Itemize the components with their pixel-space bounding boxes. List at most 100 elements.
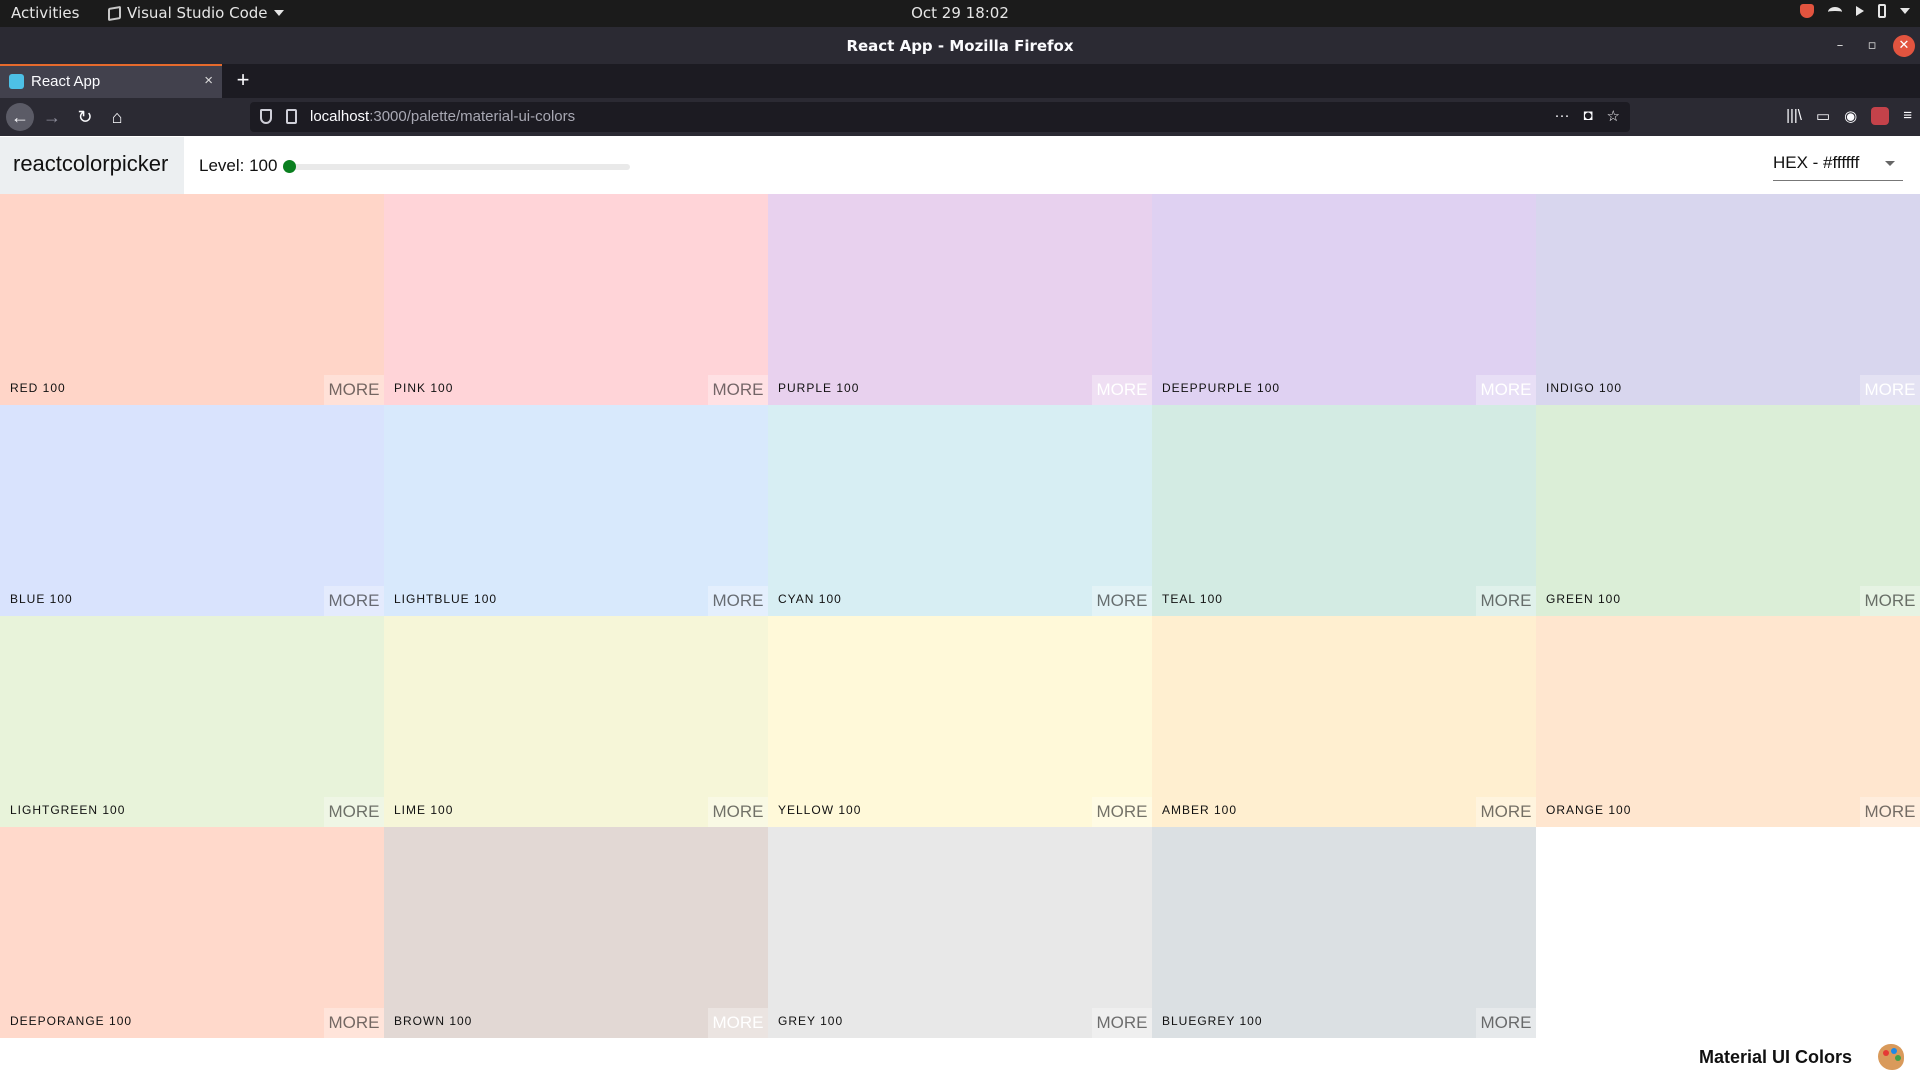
color-name: DEEPPURPLE 100 <box>1162 381 1281 395</box>
color-name: CYAN 100 <box>778 592 842 606</box>
more-button[interactable]: MORE <box>1476 375 1536 405</box>
page-actions-icon[interactable]: ··· <box>1554 107 1569 125</box>
more-button[interactable]: MORE <box>1092 375 1152 405</box>
more-button[interactable]: MORE <box>324 586 384 616</box>
level-slider-track[interactable] <box>289 164 630 170</box>
back-button[interactable]: ← <box>6 103 34 131</box>
level-label: Level: 100 <box>199 156 278 175</box>
color-name: TEAL 100 <box>1162 592 1223 606</box>
sidebar-icon[interactable]: ▭ <box>1816 107 1830 125</box>
page-info-icon[interactable] <box>286 109 297 124</box>
url-text[interactable]: localhost:3000/palette/material-ui-color… <box>310 108 575 125</box>
more-button[interactable]: MORE <box>1476 586 1536 616</box>
color-box[interactable]: BROWN 100 MORE <box>384 827 768 1038</box>
more-button[interactable]: MORE <box>708 797 768 827</box>
system-clock[interactable]: Oct 29 18:02 <box>0 4 1920 22</box>
color-box[interactable]: LIGHTGREEN 100 MORE <box>0 616 384 827</box>
color-name: BLUE 100 <box>10 592 73 606</box>
color-box[interactable]: DEEPPURPLE 100 MORE <box>1152 194 1536 405</box>
color-box[interactable]: GREY 100 MORE <box>768 827 1152 1038</box>
color-name: GREEN 100 <box>1546 592 1622 606</box>
home-button[interactable]: ⌂ <box>103 103 131 131</box>
more-button[interactable]: MORE <box>324 375 384 405</box>
color-box[interactable]: LIGHTBLUE 100 MORE <box>384 405 768 616</box>
more-button[interactable]: MORE <box>1092 1008 1152 1038</box>
more-button[interactable]: MORE <box>1860 797 1920 827</box>
pocket-icon[interactable]: ◘ <box>1583 107 1592 125</box>
color-box[interactable]: ORANGE 100 MORE <box>1536 616 1920 827</box>
color-box[interactable]: TEAL 100 MORE <box>1152 405 1536 616</box>
color-name: YELLOW 100 <box>778 803 862 817</box>
format-select-value: HEX - #ffffff <box>1773 153 1860 172</box>
more-button[interactable]: MORE <box>1092 797 1152 827</box>
color-box[interactable]: RED 100 MORE <box>0 194 384 405</box>
react-favicon-icon <box>9 74 24 89</box>
wifi-icon <box>1828 7 1842 17</box>
color-box[interactable]: LIME 100 MORE <box>384 616 768 827</box>
page-actions: ··· ◘ ☆ <box>1554 107 1620 125</box>
window-title: React App - Mozilla Firefox <box>846 37 1074 55</box>
close-window-button[interactable]: ✕ <box>1893 35 1915 57</box>
color-name: LIGHTGREEN 100 <box>10 803 126 817</box>
more-button[interactable]: MORE <box>324 797 384 827</box>
more-button[interactable]: MORE <box>708 375 768 405</box>
color-box[interactable]: PURPLE 100 MORE <box>768 194 1152 405</box>
color-name: GREY 100 <box>778 1014 844 1028</box>
palette-grid: RED 100 MORE PINK 100 MORE PURPLE 100 MORE DEE… <box>0 194 1920 1038</box>
url-bar[interactable]: localhost:3000/palette/material-ui-color… <box>250 102 1630 132</box>
color-name: BLUEGREY 100 <box>1162 1014 1263 1028</box>
paint-dot <box>1895 1055 1901 1061</box>
tab-react-app[interactable]: React App × <box>0 64 222 98</box>
color-name: DEEPORANGE 100 <box>10 1014 133 1028</box>
more-button[interactable]: MORE <box>708 586 768 616</box>
more-button[interactable]: MORE <box>324 1008 384 1038</box>
url-host: localhost <box>310 108 370 125</box>
minimize-button[interactable]: – <box>1829 35 1851 57</box>
battery-icon <box>1878 4 1886 18</box>
more-button[interactable]: MORE <box>1092 586 1152 616</box>
more-button[interactable]: MORE <box>1476 797 1536 827</box>
window-titlebar: React App - Mozilla Firefox – ▫ ✕ <box>0 27 1920 64</box>
tab-title: React App <box>31 73 101 90</box>
system-tray[interactable] <box>1800 4 1910 18</box>
tracking-protection-icon[interactable] <box>260 109 272 124</box>
color-name: LIME 100 <box>394 803 454 817</box>
app-logo[interactable]: reactcolorpicker <box>0 137 184 194</box>
volume-icon <box>1856 6 1864 16</box>
system-top-bar: Activities Visual Studio Code Oct 29 18:… <box>0 0 1920 27</box>
more-button[interactable]: MORE <box>1476 1008 1536 1038</box>
color-box[interactable]: GREEN 100 MORE <box>1536 405 1920 616</box>
account-icon[interactable]: ◉ <box>1844 107 1857 125</box>
chevron-down-icon <box>1900 8 1910 14</box>
more-button[interactable]: MORE <box>1860 375 1920 405</box>
color-box[interactable]: DEEPORANGE 100 MORE <box>0 827 384 1038</box>
more-button[interactable]: MORE <box>1860 586 1920 616</box>
color-box[interactable]: BLUEGREY 100 MORE <box>1152 827 1536 1038</box>
maximize-button[interactable]: ▫ <box>1861 35 1883 57</box>
palette-name: Material UI Colors <box>1698 1047 1852 1067</box>
forward-button[interactable]: → <box>38 103 66 131</box>
format-select[interactable]: HEX - #ffffff <box>1773 151 1903 181</box>
color-box[interactable]: BLUE 100 MORE <box>0 405 384 616</box>
reload-button[interactable]: ↻ <box>71 103 99 131</box>
color-box[interactable]: PINK 100 MORE <box>384 194 768 405</box>
hamburger-menu-icon[interactable]: ≡ <box>1903 107 1912 125</box>
color-box[interactable]: YELLOW 100 MORE <box>768 616 1152 827</box>
color-box[interactable]: AMBER 100 MORE <box>1152 616 1536 827</box>
library-icon[interactable]: |||\ <box>1786 107 1802 125</box>
tab-strip: React App × + <box>0 64 1920 98</box>
new-tab-button[interactable]: + <box>230 67 256 93</box>
url-path: :3000/palette/material-ui-colors <box>369 108 576 125</box>
more-button[interactable]: MORE <box>708 1008 768 1038</box>
color-name: PURPLE 100 <box>778 381 860 395</box>
color-box[interactable]: INDIGO 100 MORE <box>1536 194 1920 405</box>
bookmark-star-icon[interactable]: ☆ <box>1607 107 1620 125</box>
extension-icon[interactable] <box>1871 107 1890 125</box>
color-name: PINK 100 <box>394 381 454 395</box>
color-box[interactable]: CYAN 100 MORE <box>768 405 1152 616</box>
color-name: RED 100 <box>10 381 66 395</box>
level-slider-handle[interactable] <box>283 160 296 173</box>
artist-palette-icon <box>1878 1044 1904 1070</box>
palette-footer: Material UI Colors <box>0 1038 1920 1080</box>
close-tab-icon[interactable]: × <box>204 72 213 89</box>
